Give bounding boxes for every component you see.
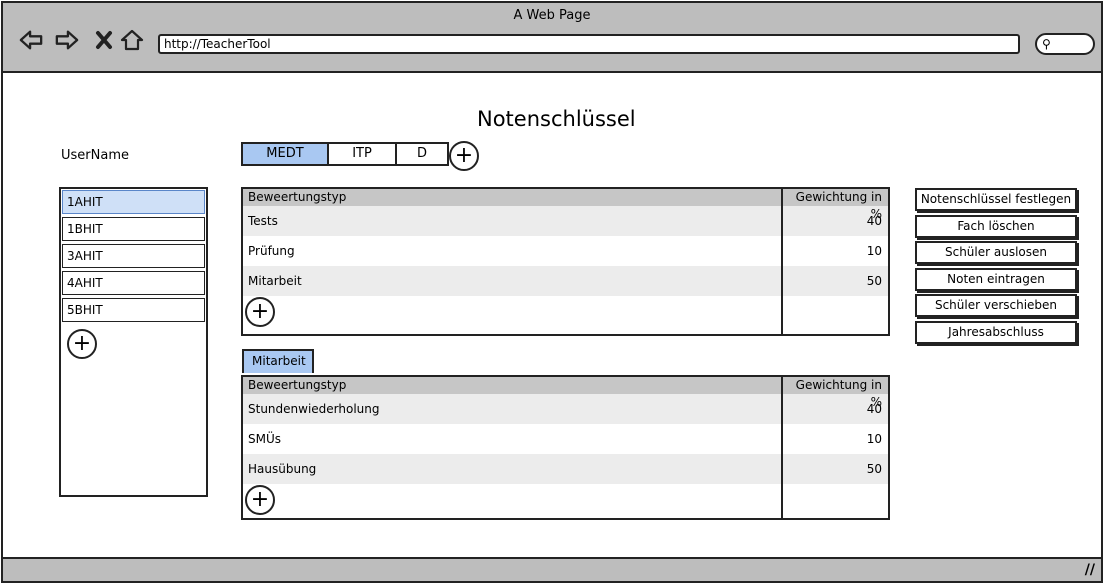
table-header: Beweertungstyp Gewichtung in %	[243, 377, 888, 409]
table-row[interactable]: SMÜs 10	[243, 424, 888, 454]
year-end-button[interactable]: Jahresabschluss	[915, 320, 1077, 344]
tab-mitarbeit[interactable]: Mitarbeit	[242, 349, 314, 373]
tab-medt[interactable]: MEDT	[243, 144, 329, 164]
grading-table: Beweertungstyp Gewichtung in % Tests 40 …	[241, 187, 890, 336]
add-row-area: +	[243, 484, 888, 520]
tab-itp[interactable]: ITP	[329, 144, 397, 164]
move-student-button[interactable]: Schüler verschieben	[915, 294, 1077, 317]
row-weight[interactable]: 40	[781, 206, 888, 236]
table-header: Beweertungstyp Gewichtung in %	[243, 189, 888, 221]
delete-subject-button[interactable]: Fach löschen	[915, 214, 1077, 238]
row-type: Tests	[248, 214, 278, 228]
class-item-3ahit[interactable]: 3AHIT	[62, 244, 205, 268]
plus-icon: +	[250, 299, 270, 324]
header-weight: Gewichtung in %	[795, 190, 882, 221]
address-bar[interactable]: http://TeacherTool	[158, 34, 1020, 54]
action-panel: Notenschlüssel festlegen Fach löschen Sc…	[915, 188, 1081, 347]
plus-icon: +	[72, 331, 92, 356]
close-x-icon[interactable]	[92, 29, 116, 51]
home-icon[interactable]	[120, 29, 144, 51]
draw-student-button[interactable]: Schüler auslosen	[915, 241, 1077, 264]
window-title: A Web Page	[513, 8, 591, 23]
browser-search-box[interactable]: ⚲	[1035, 33, 1095, 55]
browser-window: A Web Page http://TeacherTool ⚲ Notensch…	[1, 1, 1103, 583]
username-label: UserName	[61, 148, 129, 163]
enter-grades-button[interactable]: Noten eintragen	[915, 267, 1077, 291]
page-title: Notenschlüssel	[477, 107, 636, 131]
class-item-1ahit[interactable]: 1AHIT	[62, 190, 205, 214]
add-mitarbeit-row-button[interactable]: +	[245, 485, 275, 515]
search-icon: ⚲	[1042, 37, 1051, 51]
back-arrow-icon[interactable]	[19, 29, 43, 51]
header-weight: Gewichtung in %	[795, 378, 882, 409]
plus-icon: +	[250, 487, 270, 512]
header-type: Beweertungstyp	[248, 378, 347, 392]
set-grading-key-button[interactable]: Notenschlüssel festlegen	[915, 188, 1077, 211]
subject-tabs: MEDT ITP D	[241, 142, 449, 166]
mitarbeit-table: Beweertungstyp Gewichtung in % Stundenwi…	[241, 375, 890, 520]
row-weight[interactable]: 50	[781, 454, 888, 484]
table-row[interactable]: Prüfung 10	[243, 236, 888, 266]
table-row[interactable]: Mitarbeit 50	[243, 266, 888, 296]
table-row[interactable]: Hausübung 50	[243, 454, 888, 484]
forward-arrow-icon[interactable]	[55, 29, 79, 51]
row-type: Prüfung	[248, 244, 295, 258]
row-type: Mitarbeit	[248, 274, 302, 288]
row-weight[interactable]: 10	[781, 424, 888, 454]
add-subject-button[interactable]: +	[449, 141, 479, 171]
class-item-5bhit[interactable]: 5BHIT	[62, 298, 205, 322]
header-type: Beweertungstyp	[248, 190, 347, 204]
tab-d[interactable]: D	[397, 144, 447, 164]
row-type: SMÜs	[248, 432, 282, 446]
row-type: Stundenwiederholung	[248, 402, 380, 416]
table-row[interactable]: Tests 40	[243, 206, 888, 236]
status-bar: //	[3, 557, 1101, 581]
resize-grip-icon[interactable]: //	[1085, 562, 1095, 578]
add-class-button[interactable]: +	[67, 329, 97, 359]
add-grading-row-button[interactable]: +	[245, 297, 275, 327]
plus-icon: +	[454, 143, 474, 168]
class-list: 1AHIT 1BHIT 3AHIT 4AHIT 5BHIT +	[59, 187, 208, 497]
browser-toolbar: A Web Page http://TeacherTool ⚲	[3, 3, 1101, 73]
row-weight[interactable]: 40	[781, 394, 888, 424]
add-row-area: +	[243, 296, 888, 332]
class-item-1bhit[interactable]: 1BHIT	[62, 217, 205, 241]
class-item-4ahit[interactable]: 4AHIT	[62, 271, 205, 295]
row-weight[interactable]: 10	[781, 236, 888, 266]
row-type: Hausübung	[248, 462, 317, 476]
row-weight[interactable]: 50	[781, 266, 888, 296]
table-row[interactable]: Stundenwiederholung 40	[243, 394, 888, 424]
